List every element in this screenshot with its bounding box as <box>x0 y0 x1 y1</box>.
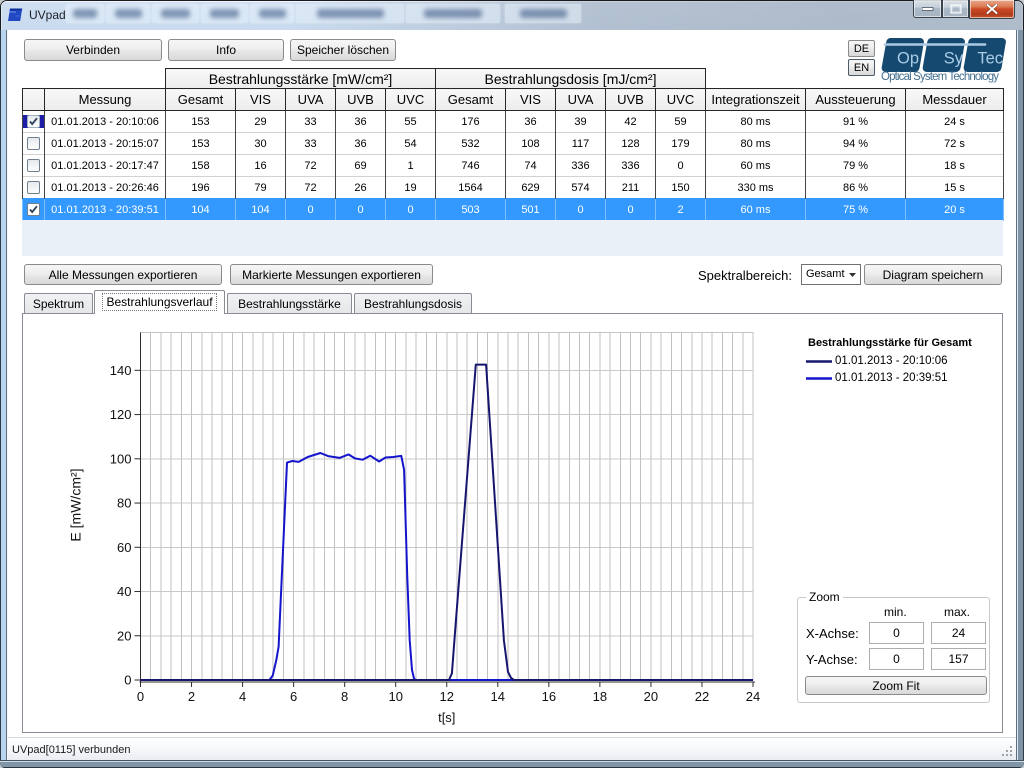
svg-text:16: 16 <box>542 689 556 704</box>
svg-text:20: 20 <box>117 628 131 643</box>
svg-text:0: 0 <box>137 689 144 704</box>
svg-text:t[s]: t[s] <box>438 710 455 725</box>
svg-text:12: 12 <box>440 689 454 704</box>
svg-text:Sy: Sy <box>944 50 964 68</box>
svg-text:10: 10 <box>388 689 402 704</box>
svg-text:80: 80 <box>117 496 131 511</box>
svg-text:40: 40 <box>117 584 131 599</box>
svg-text:8: 8 <box>341 689 348 704</box>
svg-text:2: 2 <box>188 689 195 704</box>
svg-text:14: 14 <box>491 689 505 704</box>
svg-text:140: 140 <box>110 363 132 378</box>
svg-text:60: 60 <box>117 540 131 555</box>
svg-text:E [mW/cm²]: E [mW/cm²] <box>68 468 84 541</box>
svg-text:24: 24 <box>746 689 760 704</box>
svg-text:Op: Op <box>897 50 919 68</box>
svg-text:Tec: Tec <box>977 50 1003 68</box>
svg-text:100: 100 <box>110 451 132 466</box>
svg-text:22: 22 <box>695 689 709 704</box>
svg-text:4: 4 <box>239 689 246 704</box>
svg-text:0: 0 <box>124 673 131 688</box>
svg-text:20: 20 <box>644 689 658 704</box>
svg-text:18: 18 <box>593 689 607 704</box>
svg-text:6: 6 <box>290 689 297 704</box>
svg-text:120: 120 <box>110 407 132 422</box>
